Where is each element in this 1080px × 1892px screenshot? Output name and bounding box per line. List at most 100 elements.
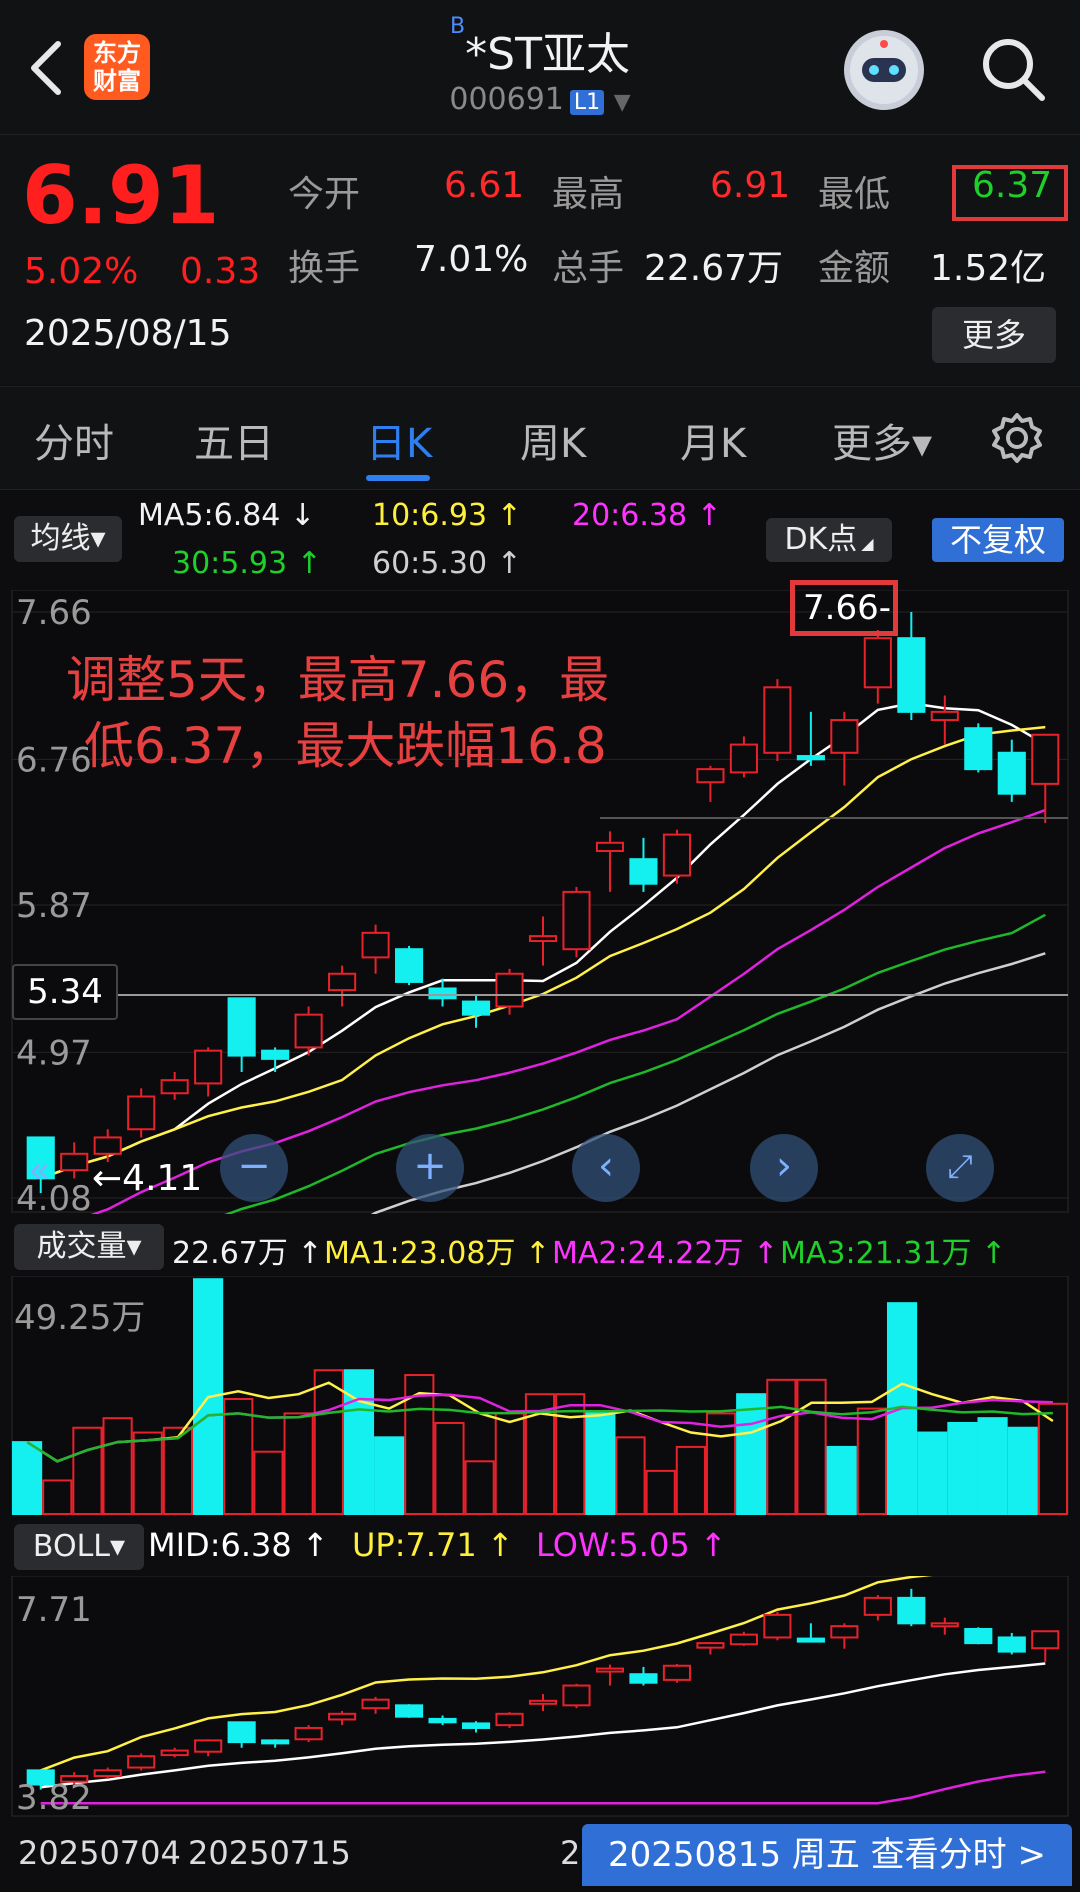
y-tick-label: 7.66 xyxy=(16,593,92,633)
volume-bar xyxy=(72,1426,103,1515)
volume-bar xyxy=(283,1412,314,1515)
volume-ma1: MA1:23.08万 ↑ xyxy=(324,1236,551,1271)
candle-body xyxy=(227,997,256,1057)
volume-chart[interactable] xyxy=(0,1276,1080,1516)
boll-selector-dropdown[interactable]: BOLL▾ xyxy=(14,1524,144,1570)
scroll-right-button[interactable]: › xyxy=(750,1134,818,1202)
zoom-in-button[interactable]: + xyxy=(396,1134,464,1202)
volume-bar xyxy=(766,1378,797,1515)
candle-body xyxy=(863,637,892,689)
boll-candle-body xyxy=(897,1596,926,1625)
boll-candle-body xyxy=(495,1712,524,1727)
annotation-line-1: 调整5天，最高7.66，最 xyxy=(66,651,610,709)
candle-body xyxy=(696,768,725,784)
rewind-icon[interactable]: « xyxy=(28,1150,80,1191)
dk-point-label: DK点 xyxy=(784,522,858,557)
scroll-left-button[interactable]: ‹ xyxy=(572,1134,640,1202)
quote-panel: 6.91 5.02% 0.33 2025/08/15 今开 6.61 最高 6.… xyxy=(0,135,1080,385)
volume-bar xyxy=(705,1412,737,1515)
dk-point-button[interactable]: DK点 ◢ xyxy=(766,518,892,562)
tab-five-day[interactable]: 五日 xyxy=(194,411,274,469)
tab-daily-k[interactable]: 日K xyxy=(366,411,432,469)
boll-chart[interactable] xyxy=(0,1576,1080,1818)
low-value-highlight-box xyxy=(952,165,1068,221)
tab-monthly-k[interactable]: 月K xyxy=(680,411,746,469)
last-price: 6.91 xyxy=(22,149,220,242)
chevron-left-icon: ‹ xyxy=(598,1143,614,1189)
volume-bar xyxy=(253,1450,284,1515)
volume-bar xyxy=(42,1479,73,1515)
open-label: 今开 xyxy=(288,174,361,215)
boll-candle-body xyxy=(595,1667,625,1673)
turnover-value: 7.01% xyxy=(414,239,529,280)
candle-body xyxy=(160,1079,189,1095)
candle-body xyxy=(729,743,758,774)
high-value: 6.91 xyxy=(710,165,791,206)
settings-gear-icon[interactable] xyxy=(990,411,1044,465)
more-quote-button[interactable]: 更多 xyxy=(932,307,1056,363)
search-icon[interactable] xyxy=(978,34,1048,104)
candle-body xyxy=(361,931,390,959)
tab-more[interactable]: 更多▾ xyxy=(832,411,932,469)
volume-bar xyxy=(826,1445,857,1516)
zoom-out-button[interactable]: − xyxy=(220,1134,288,1202)
volume-bar xyxy=(132,1431,163,1515)
amount-value: 1.52亿 xyxy=(930,248,1047,289)
volume-ma2: MA2:24.22万 ↑ xyxy=(552,1236,779,1271)
boll-mid: MID:6.38 ↑ xyxy=(148,1526,329,1564)
assistant-robot-icon[interactable] xyxy=(844,30,924,110)
boll-top-label: 7.71 xyxy=(16,1590,92,1630)
boll-candle-body xyxy=(696,1642,725,1649)
candle-body xyxy=(1031,733,1060,785)
total-hands-value: 22.67万 xyxy=(644,248,784,289)
period-tabs: 分时 五日 日K 周K 月K 更多▾ xyxy=(0,386,1080,490)
volume-max-label: 49.25万 xyxy=(14,1298,146,1338)
volume-bar xyxy=(162,1426,194,1515)
boll-candle-body xyxy=(863,1596,892,1616)
volume-bar xyxy=(313,1369,344,1515)
candle-body xyxy=(294,1013,323,1049)
x-axis-label-3: 2 xyxy=(560,1834,581,1872)
candle-body xyxy=(763,686,792,754)
volume-bar xyxy=(947,1421,978,1515)
low-price-value: 4.11 xyxy=(122,1158,203,1199)
volume-bar xyxy=(343,1369,375,1515)
top-bar: 东方 财富 B*ST亚太 000691 L1 ▼ xyxy=(0,0,1080,135)
tab-weekly-k[interactable]: 周K xyxy=(520,411,586,469)
candle-body xyxy=(194,1049,223,1085)
volume-bar xyxy=(12,1441,43,1515)
boll-low: LOW:5.05 ↑ xyxy=(536,1526,727,1564)
boll-candle-body xyxy=(194,1739,223,1753)
boll-candle-body xyxy=(461,1722,491,1729)
change-amount: 0.33 xyxy=(180,251,261,292)
candle-body xyxy=(127,1095,156,1131)
boll-candle-body xyxy=(830,1625,859,1639)
no-adjust-button[interactable]: 不复权 xyxy=(932,518,1064,562)
boll-candle-body xyxy=(93,1769,122,1778)
boll-candle-body xyxy=(395,1704,424,1718)
open-value: 6.61 xyxy=(444,165,525,206)
annotation-line-2: 低6.37，最大跌幅16.8 xyxy=(84,717,607,775)
boll-bottom-label: 3.82 xyxy=(16,1778,92,1818)
boll-candle-body xyxy=(964,1627,993,1645)
view-intraday-button[interactable]: 20250815 周五 查看分时 > xyxy=(582,1824,1072,1886)
candle-body xyxy=(495,972,524,1008)
change-percent: 5.02% xyxy=(24,251,139,292)
candle-body xyxy=(964,727,993,771)
volume-bar xyxy=(675,1445,706,1516)
candle-body xyxy=(930,710,959,722)
boll-candle-body xyxy=(528,1699,558,1705)
boll-candle-body xyxy=(1031,1630,1060,1650)
boll-up: UP:7.71 ↑ xyxy=(352,1526,514,1564)
expand-icon: ⤢ xyxy=(947,1147,973,1185)
volume-ma3: MA3:21.31万 ↑ xyxy=(780,1236,1007,1271)
x-axis-label-2: 20250715 xyxy=(188,1834,351,1872)
volume-value: 22.67万 ↑ xyxy=(172,1236,323,1271)
minus-icon: − xyxy=(237,1143,271,1189)
tab-intraday[interactable]: 分时 xyxy=(34,411,114,469)
ma60-value: 60:5.30 ↑ xyxy=(372,546,522,581)
volume-bar xyxy=(585,1412,616,1515)
ma5-value: MA5:6.84 ↓ xyxy=(138,498,316,533)
fullscreen-button[interactable]: ⤢ xyxy=(926,1134,994,1202)
candle-body xyxy=(261,1049,290,1060)
